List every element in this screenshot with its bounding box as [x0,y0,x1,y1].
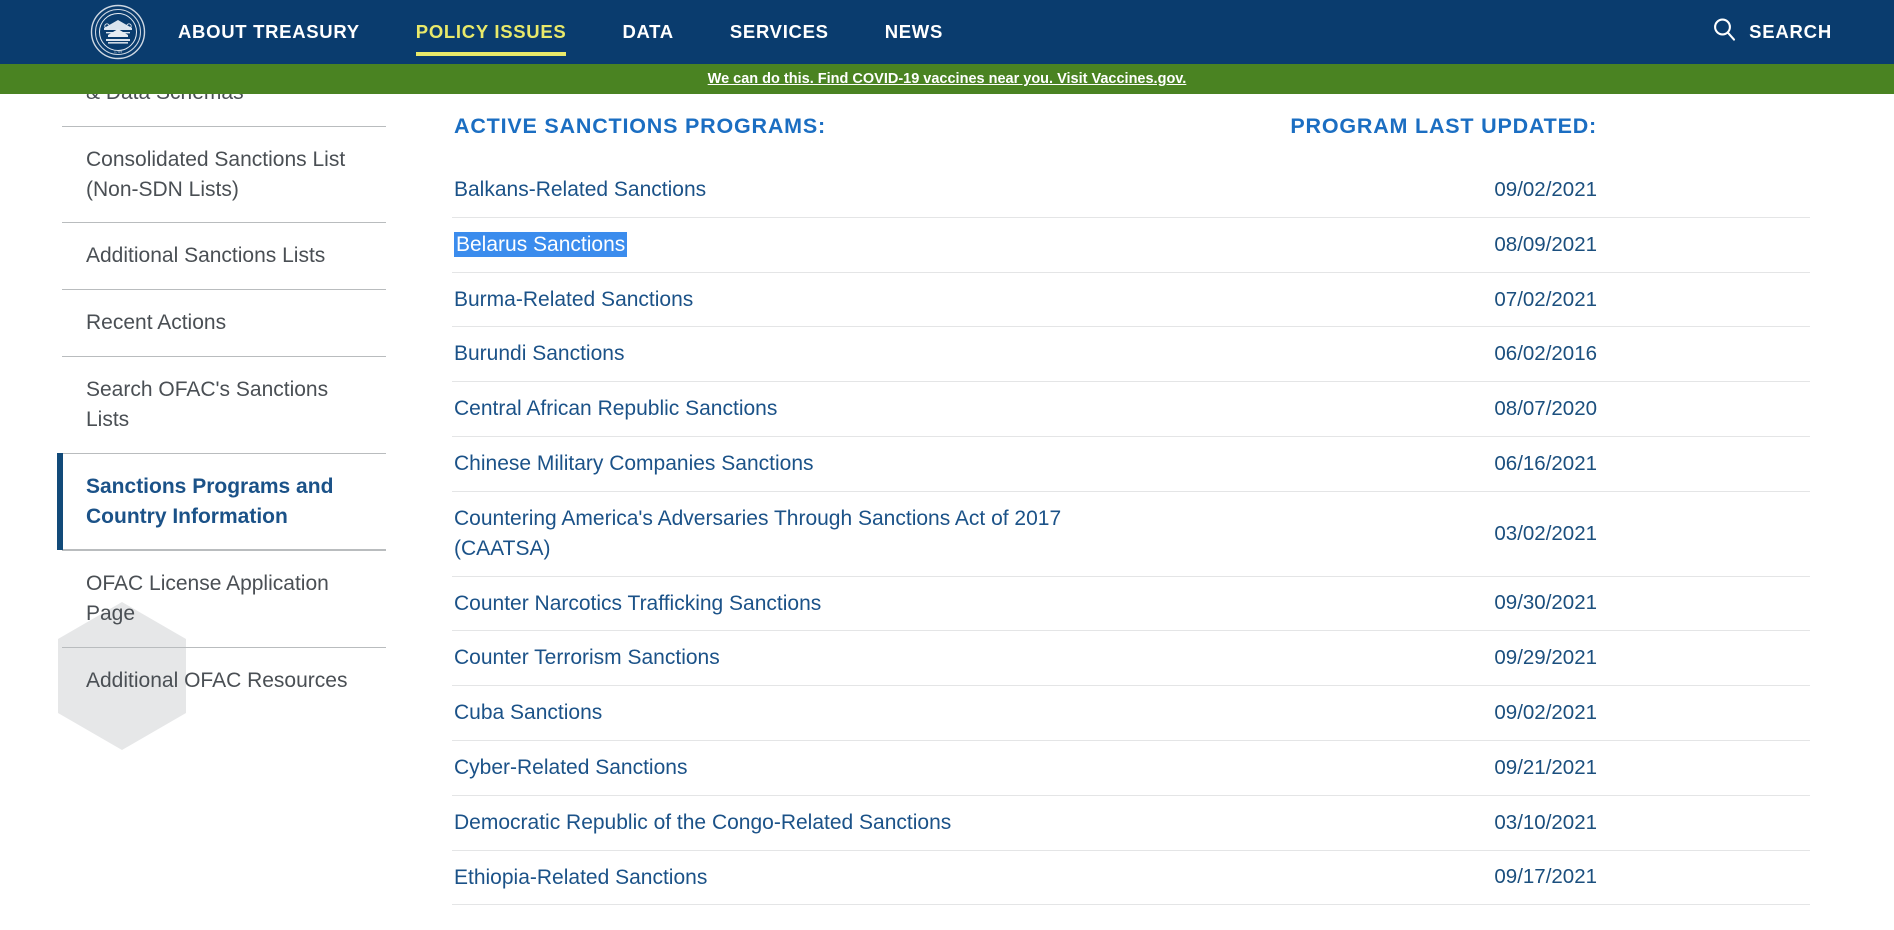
program-link[interactable]: Cuba Sanctions [452,686,1127,740]
search-button-label: SEARCH [1749,21,1832,42]
table-row[interactable]: Burma-Related Sanctions 07/02/2021 [452,273,1810,328]
program-link[interactable]: Countering America's Adversaries Through… [452,492,1127,576]
program-link[interactable]: Balkans-Related Sanctions [452,163,1127,217]
program-last-updated: 03/02/2021 [1494,521,1597,545]
nav-item-services[interactable]: SERVICES [730,0,851,64]
program-last-updated: 07/02/2021 [1494,287,1597,311]
program-link[interactable]: Belarus Sanctions [452,218,1127,272]
table-row[interactable]: Burundi Sanctions 06/02/2016 [452,327,1810,383]
table-row[interactable]: Cyber-Related Sanctions 09/21/2021 [452,741,1810,796]
program-link[interactable]: Central African Republic Sanctions [452,382,1127,436]
sidebar-nav: & Data Schemas Consolidated Sanctions Li… [57,94,386,714]
program-last-updated: 08/09/2021 [1494,232,1597,256]
treasury-seal-icon[interactable]: 1789 [90,4,146,60]
page-body: & Data Schemas Consolidated Sanctions Li… [0,94,1894,930]
program-last-updated: 09/29/2021 [1494,646,1597,670]
program-last-updated: 09/30/2021 [1494,591,1597,615]
table-header-row: ACTIVE SANCTIONS PROGRAMS: PROGRAM LAST … [452,94,1812,163]
table-row[interactable]: Ethiopia-Related Sanctions 09/17/2021 [452,851,1810,906]
nav-item-news[interactable]: NEWS [885,0,965,64]
primary-nav: ABOUT TREASURY POLICY ISSUES DATA SERVIC… [178,0,965,64]
covid-banner: We can do this. Find COVID-19 vaccines n… [0,64,1894,94]
program-link[interactable]: Cyber-Related Sanctions [452,741,1127,795]
svg-text:1789: 1789 [114,49,122,54]
program-last-updated: 06/16/2021 [1494,451,1597,475]
nav-item-data[interactable]: DATA [622,0,695,64]
program-link[interactable]: Ethiopia-Related Sanctions [452,851,1127,905]
table-row[interactable]: Countering America's Adversaries Through… [452,492,1810,577]
program-link[interactable]: Chinese Military Companies Sanctions [452,437,1127,491]
table-row[interactable]: Democratic Republic of the Congo-Related… [452,796,1810,851]
program-last-updated: 09/02/2021 [1494,701,1597,725]
sidebar-item-additional-sanctions-lists[interactable]: Additional Sanctions Lists [62,222,386,289]
sidebar-item-additional-ofac-resources[interactable]: Additional OFAC Resources [62,646,386,714]
table-row[interactable]: Cuba Sanctions 09/02/2021 [452,686,1810,741]
nav-item-about-treasury[interactable]: ABOUT TREASURY [178,0,382,64]
sidebar-item-sanctions-programs-and-country-information[interactable]: Sanctions Programs and Country Informati… [57,452,386,551]
table-row[interactable]: Chinese Military Companies Sanctions 06/… [452,437,1810,492]
table-row[interactable]: Balkans-Related Sanctions 09/02/2021 [452,163,1810,218]
nav-item-policy-issues[interactable]: POLICY ISSUES [415,0,589,64]
sidebar-item-search-ofac-sanctions-lists[interactable]: Search OFAC's Sanctions Lists [62,356,386,453]
table-row[interactable]: Counter Terrorism Sanctions 09/29/2021 [452,631,1810,687]
program-last-updated: 09/17/2021 [1494,865,1597,889]
program-last-updated: 09/21/2021 [1494,755,1597,779]
selected-text: Belarus Sanctions [454,231,628,257]
program-link[interactable]: Counter Narcotics Trafficking Sanctions [452,577,1127,631]
covid-banner-link[interactable]: We can do this. Find COVID-19 vaccines n… [708,71,1187,87]
table-row[interactable]: Counter Narcotics Trafficking Sanctions … [452,577,1810,632]
sidebar-item-data-schemas[interactable]: & Data Schemas [62,94,386,126]
program-link[interactable]: Burma-Related Sanctions [452,273,1127,327]
program-last-updated: 08/07/2020 [1494,397,1597,421]
search-button[interactable]: SEARCH [1712,0,1832,64]
sanctions-programs-table: ACTIVE SANCTIONS PROGRAMS: PROGRAM LAST … [452,94,1812,906]
table-row[interactable]: Central African Republic Sanctions 08/07… [452,382,1810,438]
search-icon [1712,17,1737,47]
sidebar-item-ofac-license-application-page[interactable]: OFAC License Application Page [62,550,386,647]
program-last-updated: 09/02/2021 [1494,177,1597,201]
column-header-program: ACTIVE SANCTIONS PROGRAMS: [454,114,826,138]
sidebar-item-consolidated-sanctions-list[interactable]: Consolidated Sanctions List (Non-SDN Lis… [62,125,386,223]
program-link[interactable]: Democratic Republic of the Congo-Related… [452,796,1127,850]
site-header: 1789 ABOUT TREASURY POLICY ISSUES DATA S… [0,0,1894,64]
column-header-last-updated: PROGRAM LAST UPDATED: [1290,114,1597,138]
table-row[interactable]: Belarus Sanctions 08/09/2021 [452,218,1810,273]
program-last-updated: 06/02/2016 [1494,342,1597,366]
program-link[interactable]: Counter Terrorism Sanctions [452,631,1127,685]
program-link[interactable]: Burundi Sanctions [452,327,1127,381]
program-last-updated: 03/10/2021 [1494,810,1597,834]
sidebar-item-recent-actions[interactable]: Recent Actions [62,289,386,356]
